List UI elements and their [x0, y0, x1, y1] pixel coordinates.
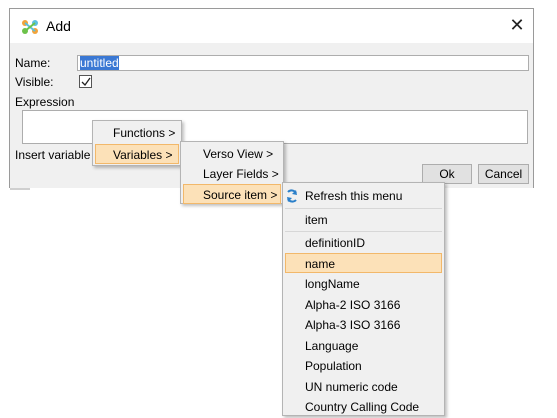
ok-button[interactable]: Ok: [422, 164, 472, 184]
cancel-button[interactable]: Cancel: [478, 164, 529, 184]
menu-item-label: Functions >: [113, 126, 176, 140]
insert-variable-label: Insert variable: [15, 148, 91, 162]
menu-item-functions[interactable]: Functions >: [95, 123, 179, 143]
name-label: Name:: [15, 56, 51, 70]
menu-item-label: Variables >: [113, 148, 173, 162]
menu-item-label: Population: [305, 359, 362, 373]
name-input[interactable]: untitled: [77, 55, 529, 71]
menu-item-population[interactable]: Population: [285, 356, 442, 376]
name-input-value: untitled: [80, 56, 119, 70]
menu-separator: [285, 208, 442, 209]
menu-separator: [285, 231, 442, 232]
menu-item-verso-view[interactable]: Verso View >: [183, 144, 281, 164]
menu-item-label: Alpha-3 ISO 3166: [305, 318, 401, 332]
menu-item-label: UN numeric code: [305, 380, 398, 394]
menu-item-name[interactable]: name: [285, 253, 442, 273]
menu-item-definitionid[interactable]: definitionID: [285, 233, 442, 253]
insert-menu: Functions > Variables >: [92, 120, 182, 166]
menu-item-label: Source item >: [203, 188, 278, 202]
menu-item-label: longName: [305, 277, 360, 291]
title-bar: Add ✕: [10, 9, 533, 43]
menu-item-variables[interactable]: Variables >: [95, 144, 179, 164]
close-button[interactable]: ✕: [505, 14, 529, 38]
menu-item-longname[interactable]: longName: [285, 274, 442, 294]
menu-item-un-numeric-code[interactable]: UN numeric code: [285, 377, 442, 397]
menu-item-source-item[interactable]: Source item >: [183, 184, 281, 204]
menu-item-label: Language: [305, 339, 359, 353]
menu-item-label: Country Calling Code: [305, 400, 420, 414]
dialog-title: Add: [46, 18, 71, 34]
menu-item-label: name: [305, 257, 336, 271]
refresh-icon: [287, 189, 297, 203]
menu-item-label: Refresh this menu: [305, 189, 403, 203]
expression-label: Expression: [15, 95, 75, 109]
menu-item-layer-fields[interactable]: Layer Fields >: [183, 164, 281, 184]
menu-item-alpha3[interactable]: Alpha-3 ISO 3166: [285, 315, 442, 335]
source-item-submenu: Refresh this menu item definitionID name…: [282, 182, 445, 416]
visible-checkbox[interactable]: [79, 75, 92, 88]
menu-item-label: Verso View >: [203, 147, 274, 161]
menu-item-label: Alpha-2 ISO 3166: [305, 298, 401, 312]
app-logo-icon: [22, 20, 38, 34]
menu-item-country-calling-code[interactable]: Country Calling Code: [285, 397, 442, 417]
variables-submenu: Verso View > Layer Fields > Source item …: [180, 141, 284, 204]
menu-item-refresh[interactable]: Refresh this menu: [285, 186, 442, 206]
menu-item-label: item: [305, 213, 328, 227]
checkmark-icon: [81, 77, 91, 87]
menu-item-label: Layer Fields >: [203, 167, 279, 181]
menu-item-item[interactable]: item: [285, 210, 442, 230]
visible-label: Visible:: [15, 75, 54, 89]
dialog-edge: [10, 188, 30, 190]
menu-item-language[interactable]: Language: [285, 336, 442, 356]
menu-item-alpha2[interactable]: Alpha-2 ISO 3166: [285, 295, 442, 315]
menu-item-label: definitionID: [305, 236, 366, 250]
